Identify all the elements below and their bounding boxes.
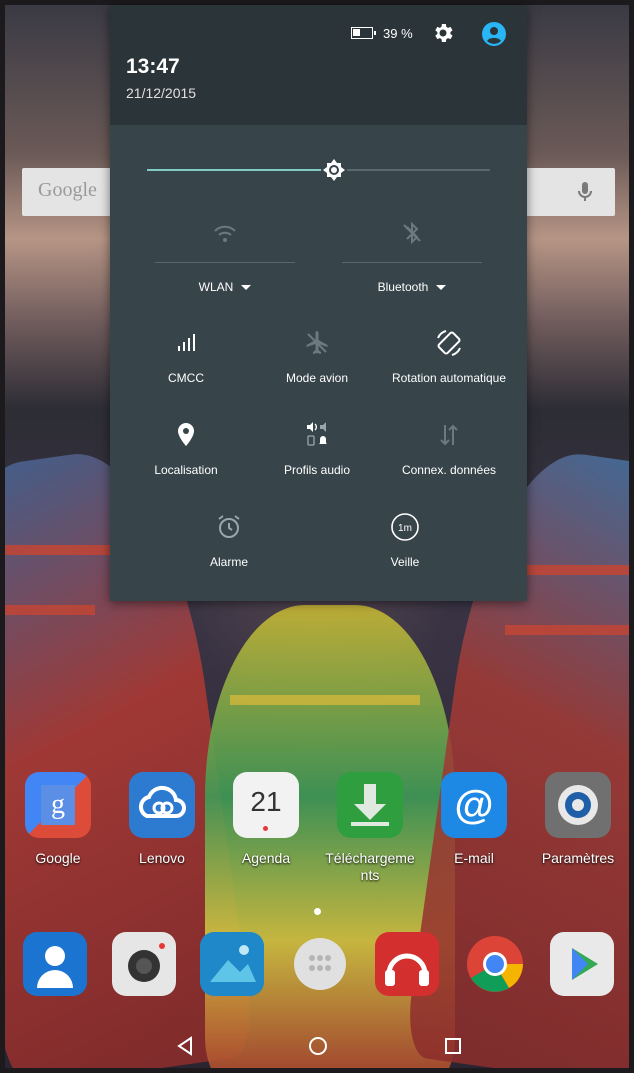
alarm-clock-icon (218, 515, 240, 538)
clock-time: 13:47 (126, 55, 180, 78)
lenovo-cloud-icon (129, 772, 195, 838)
signal-icon (178, 334, 195, 351)
gallery-icon[interactable] (200, 932, 264, 996)
home-icon[interactable] (306, 1034, 330, 1058)
tile-label: Connex. données (401, 463, 497, 477)
back-icon[interactable] (173, 1034, 197, 1058)
tile-label: Bluetooth (377, 280, 429, 294)
app-email[interactable]: @ E-mail (424, 772, 524, 867)
tile-auto-rotate[interactable]: Rotation automatique (384, 328, 514, 408)
brightness-thumb-icon[interactable] (320, 156, 348, 184)
app-label: Agenda (241, 850, 291, 866)
clock-date[interactable]: 21/12/2015 (126, 85, 196, 101)
app-label: Lenovo (139, 850, 185, 866)
page-indicator (314, 908, 321, 915)
tile-label: Alarme (209, 555, 248, 569)
data-arrows-icon (440, 424, 458, 446)
calendar-day: 21 (250, 786, 282, 817)
tile-alarm[interactable]: Alarme (164, 512, 294, 592)
tile-location[interactable]: Localisation (121, 420, 251, 500)
camera-icon[interactable] (112, 932, 176, 996)
app-drawer-icon[interactable] (288, 932, 352, 996)
chevron-down-icon (436, 285, 447, 291)
navigation-bar (5, 1022, 629, 1068)
calendar-icon: 21 (233, 772, 299, 838)
brightness-slider-track[interactable] (333, 169, 490, 171)
audio-profiles-icon (307, 422, 327, 446)
download-icon (337, 772, 403, 838)
app-label: Paramètres (541, 850, 615, 866)
tile-bluetooth-dropdown[interactable]: Bluetooth (342, 280, 482, 294)
gear-icon[interactable] (431, 21, 455, 45)
tile-label: Profils audio (283, 463, 351, 477)
airplane-icon (306, 331, 328, 354)
tile-cmcc[interactable]: CMCC (121, 328, 251, 408)
rotation-icon (437, 330, 461, 356)
bluetooth-off-icon (403, 221, 421, 245)
contacts-icon[interactable] (23, 932, 87, 996)
settings-app-icon (545, 772, 611, 838)
chevron-down-icon (241, 285, 252, 291)
battery-icon[interactable] (351, 27, 376, 39)
play-store-icon[interactable] (550, 932, 614, 996)
shade-header: 13:47 21/12/2015 39 % (110, 5, 527, 125)
tile-mobile-data[interactable]: Connex. données (384, 420, 514, 500)
recents-icon[interactable] (441, 1034, 465, 1058)
quick-settings-panel: 13:47 21/12/2015 39 % WLAN Bluetooth CMC… (110, 5, 527, 601)
app-settings[interactable]: Paramètres (528, 772, 628, 867)
account-icon[interactable] (482, 22, 506, 46)
tile-label: Veille (390, 555, 420, 569)
app-downloads[interactable]: Téléchargeme nts (320, 772, 420, 884)
tile-bluetooth[interactable]: Bluetooth (342, 218, 482, 308)
app-label: E-mail (454, 850, 494, 866)
tile-label: Rotation automatique (391, 371, 507, 385)
tile-wlan-dropdown[interactable]: WLAN (155, 280, 295, 294)
google-folder-icon: g (25, 772, 91, 838)
chrome-icon[interactable] (463, 932, 527, 996)
tile-label: CMCC (168, 371, 204, 385)
app-lenovo[interactable]: Lenovo (112, 772, 212, 867)
app-agenda[interactable]: 21 Agenda (216, 772, 316, 867)
tile-label: Mode avion (285, 371, 349, 385)
tile-label: WLAN (198, 280, 234, 294)
sleep-timer-icon: 1m (391, 513, 419, 541)
brightness-slider-filled[interactable] (147, 169, 333, 171)
app-label: Téléchargeme nts (325, 850, 415, 883)
music-icon[interactable] (375, 932, 439, 996)
tile-audio-profiles[interactable]: Profils audio (252, 420, 382, 500)
app-label: Google (35, 850, 81, 866)
wifi-icon (214, 225, 236, 242)
email-icon: @ (441, 772, 507, 838)
microphone-icon[interactable] (575, 180, 595, 204)
location-pin-icon (178, 423, 194, 446)
google-logo-text: Google (38, 179, 97, 201)
tile-wlan[interactable]: WLAN (155, 218, 295, 308)
tile-sleep[interactable]: 1m Veille (340, 512, 470, 592)
tile-airplane-mode[interactable]: Mode avion (252, 328, 382, 408)
battery-percent: 39 % (383, 26, 413, 41)
tile-label: Localisation (154, 463, 218, 477)
sleep-timer-badge: 1m (398, 523, 412, 534)
app-google[interactable]: g Google (8, 772, 108, 867)
